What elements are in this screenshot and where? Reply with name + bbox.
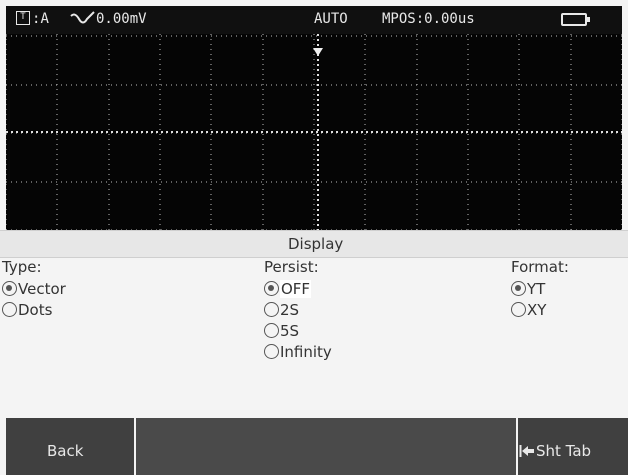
- persist-label: Persist:: [264, 258, 319, 276]
- main-position: MPOS:0.00us: [382, 11, 475, 27]
- format-option-yt[interactable]: YT: [511, 280, 545, 298]
- menu-title: Display: [288, 235, 344, 253]
- format-label: Format:: [511, 258, 569, 276]
- radio-selected-icon: [2, 281, 17, 296]
- graticule: [6, 34, 622, 230]
- softkey-bar: Back Sht Tab: [0, 418, 628, 475]
- type-option-dots[interactable]: Dots: [2, 301, 52, 319]
- back-button[interactable]: Back: [6, 418, 134, 475]
- trigger-level: 0.00mV: [96, 11, 147, 27]
- menu-title-bar: Display: [0, 230, 628, 258]
- waveform-display: [6, 34, 622, 230]
- softkey-blank: [136, 418, 516, 475]
- radio-unselected-icon: [264, 302, 279, 317]
- status-bar: T :A 0.00mV AUTO MPOS:0.00us: [6, 6, 622, 34]
- format-option-xy[interactable]: XY: [511, 301, 546, 319]
- persist-option-off[interactable]: OFF: [264, 280, 312, 298]
- persist-option-2s[interactable]: 2S: [264, 301, 299, 319]
- type-option-vector[interactable]: Vector: [2, 280, 66, 298]
- radio-unselected-icon: [264, 323, 279, 338]
- radio-unselected-icon: [264, 344, 279, 359]
- trigger-icon: T: [16, 11, 30, 25]
- persist-option-5s[interactable]: 5S: [264, 322, 299, 340]
- shift-tab-button[interactable]: Sht Tab: [518, 418, 628, 475]
- battery-icon: [561, 13, 590, 26]
- radio-selected-icon: [511, 281, 526, 296]
- radio-unselected-icon: [511, 302, 526, 317]
- shift-tab-arrow-icon: [519, 445, 534, 457]
- trigger-mode: AUTO: [314, 11, 348, 27]
- oscilloscope-screen: T :A 0.00mV AUTO MPOS:0.00us Display Typ…: [0, 0, 628, 475]
- persist-option-infinity[interactable]: Infinity: [264, 343, 332, 361]
- radio-selected-icon: [264, 281, 279, 296]
- radio-unselected-icon: [2, 302, 17, 317]
- trigger-source-label: :A: [32, 11, 49, 27]
- rising-edge-icon: [70, 11, 95, 24]
- type-label: Type:: [2, 258, 42, 276]
